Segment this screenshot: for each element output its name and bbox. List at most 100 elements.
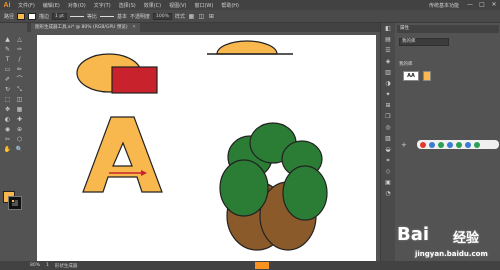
lasso-tool-icon[interactable]: ✑ xyxy=(14,45,25,54)
gradient-tool-icon[interactable]: ◐ xyxy=(2,115,13,124)
menu-window[interactable]: 窗口(W) xyxy=(190,2,217,9)
line-tool-icon[interactable]: / xyxy=(14,55,25,64)
layers-icon[interactable]: ▤ xyxy=(381,34,395,45)
style-label: 样式 xyxy=(174,13,185,20)
close-window-button[interactable]: ✕ xyxy=(488,0,500,10)
hand-tool-icon[interactable]: ✋ xyxy=(2,145,13,154)
panel-header[interactable]: 属性 xyxy=(397,25,499,33)
stroke-color-box[interactable] xyxy=(8,196,22,210)
menu-object[interactable]: 对象(O) xyxy=(64,2,90,9)
properties-icon[interactable]: ◧ xyxy=(381,23,395,34)
watermark-url: jingyan.baidu.com xyxy=(415,250,488,258)
stroke-color-swatch[interactable] xyxy=(28,12,37,20)
opacity-label[interactable]: 不透明度 xyxy=(130,13,150,20)
appearance-icon[interactable]: ◎ xyxy=(381,122,395,133)
half-ellipse[interactable] xyxy=(216,40,278,55)
menu-bar: Ai 文件(F) 编辑(E) 对象(O) 文字(T) 选择(S) 效果(C) 视… xyxy=(0,0,500,10)
close-tab-icon[interactable]: ✕ xyxy=(132,25,136,30)
swatches-icon[interactable]: ▥ xyxy=(381,67,395,78)
menu-help[interactable]: 帮助(H) xyxy=(217,2,243,9)
symbols-icon[interactable]: ⊞ xyxy=(381,100,395,111)
direct-selection-tool-icon[interactable]: △ xyxy=(14,35,25,44)
stroke-weight-dropdown[interactable]: 1 pt xyxy=(52,12,67,20)
pencil-tool-icon[interactable]: ✏ xyxy=(14,65,25,74)
workspace-switcher[interactable]: 传统基本功能 xyxy=(424,2,464,9)
align-panel-icon[interactable]: ▧ xyxy=(381,133,395,144)
keyboard-icon[interactable] xyxy=(447,141,453,148)
menu-file[interactable]: 文件(F) xyxy=(14,2,39,9)
type-tool-icon[interactable]: T xyxy=(2,55,13,64)
menu-effect[interactable]: 效果(C) xyxy=(140,2,165,9)
libraries-icon[interactable]: ☰ xyxy=(381,45,395,56)
voice-icon[interactable] xyxy=(438,141,444,148)
pathfinder-icon[interactable]: ◇ xyxy=(381,166,395,177)
fill-color-swatch[interactable] xyxy=(17,12,26,20)
artboards-icon[interactable]: ▣ xyxy=(381,177,395,188)
transform-panel-icon[interactable]: ⌗ xyxy=(381,155,395,166)
add-icon[interactable]: + xyxy=(401,141,407,149)
eyedropper-tool-icon[interactable]: ✚ xyxy=(14,115,25,124)
color-icon[interactable]: ◈ xyxy=(381,56,395,67)
stroke-profile-preview[interactable] xyxy=(69,15,84,17)
library-item-swatch[interactable] xyxy=(423,71,431,81)
magic-wand-tool-icon[interactable]: ✎ xyxy=(2,45,13,54)
maximize-button[interactable]: □ xyxy=(476,0,488,10)
graphic-styles-icon[interactable]: ❒ xyxy=(381,111,395,122)
document-tab[interactable]: 图形生成器工具.ai* @ 80% (RGB/GPU 预览) ✕ xyxy=(31,23,140,32)
foliage-lower-right[interactable] xyxy=(282,165,328,221)
scale-tool-icon[interactable]: ⤡ xyxy=(14,85,25,94)
artwork xyxy=(76,40,328,251)
minimize-button[interactable]: — xyxy=(464,0,476,10)
selection-type-label: 路径 xyxy=(4,13,15,20)
input-icon[interactable] xyxy=(429,141,435,148)
canvas-area[interactable] xyxy=(27,32,380,261)
perspective-tool-icon[interactable]: ✥ xyxy=(2,105,13,114)
zoom-level[interactable]: 80% xyxy=(30,263,40,268)
menu-type[interactable]: 文字(T) xyxy=(90,2,115,9)
pen-tool-icon[interactable]: ✐ xyxy=(2,75,13,84)
artboard-tool-icon[interactable]: ⬡ xyxy=(14,135,25,144)
zoom-tool-icon[interactable]: 🔍 xyxy=(14,145,25,154)
transparency-icon[interactable]: ◒ xyxy=(381,144,395,155)
mesh-tool-icon[interactable]: ▦ xyxy=(14,105,25,114)
status-indicator xyxy=(255,262,269,269)
artboard[interactable] xyxy=(37,35,376,261)
skin-icon[interactable] xyxy=(456,141,462,148)
curvature-tool-icon[interactable]: ⌒ xyxy=(14,75,25,84)
shape-builder-tool-icon[interactable]: ◫ xyxy=(14,95,25,104)
document-tab-title: 图形生成器工具.ai* @ 80% (RGB/GPU 预览) xyxy=(35,25,128,30)
settings-icon[interactable] xyxy=(474,141,480,148)
current-tool-name: 形状生成器 xyxy=(54,263,78,269)
gradient-icon[interactable]: ◑ xyxy=(381,78,395,89)
brush-preview[interactable] xyxy=(99,15,114,17)
library-dropdown[interactable]: 我的库 xyxy=(399,38,449,46)
rotate-tool-icon[interactable]: ↻ xyxy=(2,85,13,94)
toolbox-icon[interactable] xyxy=(465,141,471,148)
brushes-icon[interactable]: ✦ xyxy=(381,89,395,100)
align-icon[interactable]: ▦ xyxy=(188,13,195,20)
menu-edit[interactable]: 编辑(E) xyxy=(39,2,64,9)
selection-tool-icon[interactable]: ▲ xyxy=(2,35,13,44)
scissors-tool-icon[interactable]: ✂ xyxy=(2,135,13,144)
stroke-label: 描边 xyxy=(39,13,50,20)
blend-tool-icon[interactable]: ◉ xyxy=(2,125,13,134)
free-transform-tool-icon[interactable]: ⬚ xyxy=(2,95,13,104)
rectangle-tool-icon[interactable]: ▭ xyxy=(2,65,13,74)
red-rectangle[interactable] xyxy=(111,66,158,94)
baidu-jingyan-watermark: Bai 经验 jingyan.baidu.com xyxy=(395,220,500,265)
tool-grid: ▲ △ ✎ ✑ T / ▭ ✏ ✐ ⌒ ↻ ⤡ ⬚ ◫ ✥ ▦ ◐ ✚ ◉ ⊕ … xyxy=(2,35,25,154)
opacity-dropdown[interactable]: 100% xyxy=(153,12,172,20)
control-bar: 路径 描边 1 pt 等比 基本 不透明度 100% 样式 ▦ ◫ ⊞ xyxy=(0,10,500,23)
arrange-icon[interactable]: ⊞ xyxy=(208,13,215,20)
library-item-text[interactable]: AA xyxy=(403,71,419,81)
symbol-sprayer-tool-icon[interactable]: ⊕ xyxy=(14,125,25,134)
stroke-panel-icon[interactable]: ◔ xyxy=(381,188,395,199)
app-logo: Ai xyxy=(3,1,11,9)
foliage-lower-left[interactable] xyxy=(219,159,269,217)
artboard-number[interactable]: 1 xyxy=(46,263,49,268)
menu-select[interactable]: 选择(S) xyxy=(115,2,140,9)
floating-toolbar xyxy=(417,140,499,149)
menu-view[interactable]: 视图(V) xyxy=(165,2,190,9)
transform-icon[interactable]: ◫ xyxy=(198,13,205,20)
sogou-icon[interactable] xyxy=(420,141,426,148)
